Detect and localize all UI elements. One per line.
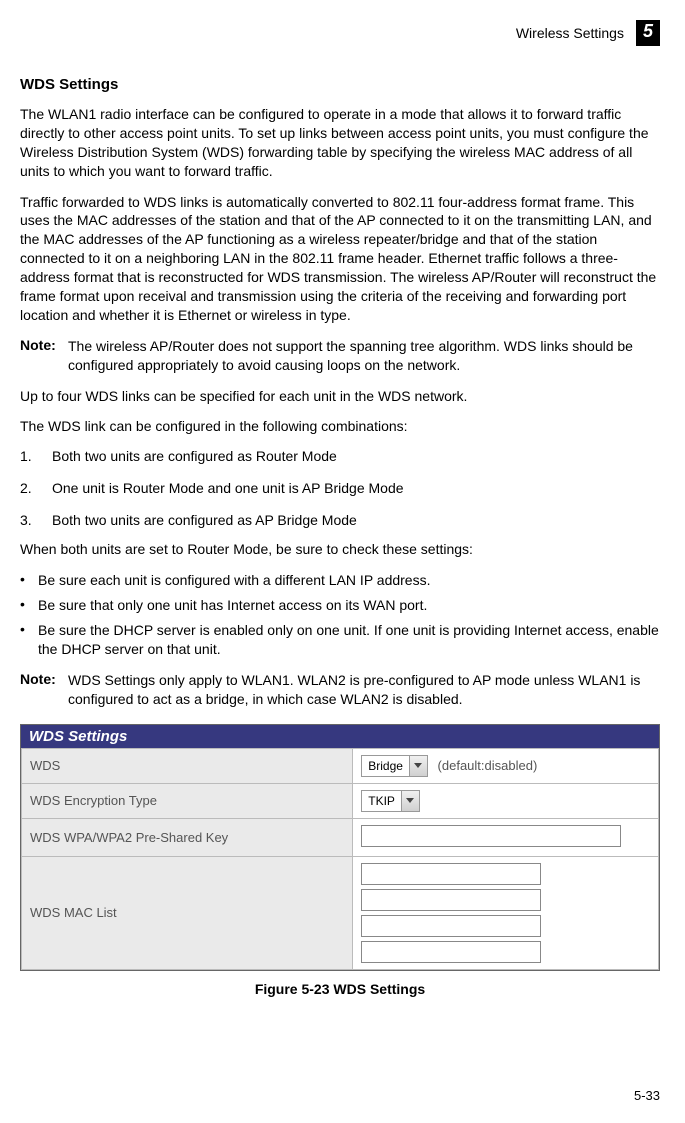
encryption-select[interactable]: TKIP xyxy=(361,790,420,812)
bullet-text: Be sure that only one unit has Internet … xyxy=(38,596,427,615)
numbered-list: 1. Both two units are configured as Rout… xyxy=(20,448,660,528)
select-value: Bridge xyxy=(362,759,409,773)
default-hint: (default:disabled) xyxy=(438,758,538,773)
figure-screenshot: WDS Settings WDS Bridge (default:disable… xyxy=(20,724,660,971)
bullet-icon: • xyxy=(20,596,38,615)
list-text: Both two units are configured as AP Brid… xyxy=(52,512,357,528)
mac-input[interactable] xyxy=(361,941,541,963)
header-title: Wireless Settings xyxy=(516,25,624,41)
table-row: WDS Bridge (default:disabled) xyxy=(22,748,659,783)
paragraph: When both units are set to Router Mode, … xyxy=(20,540,660,559)
mac-input[interactable] xyxy=(361,863,541,885)
list-number: 1. xyxy=(20,448,52,464)
row-label: WDS MAC List xyxy=(22,856,353,969)
note-text: The wireless AP/Router does not support … xyxy=(68,337,660,375)
bullet-item: • Be sure that only one unit has Interne… xyxy=(20,596,660,615)
page-header: Wireless Settings 5 xyxy=(20,20,660,46)
list-item: 3. Both two units are configured as AP B… xyxy=(20,512,660,528)
bullet-text: Be sure the DHCP server is enabled only … xyxy=(38,621,660,659)
list-number: 2. xyxy=(20,480,52,496)
paragraph: The WDS link can be configured in the fo… xyxy=(20,417,660,436)
table-row: WDS Encryption Type TKIP xyxy=(22,783,659,818)
bullet-item: • Be sure the DHCP server is enabled onl… xyxy=(20,621,660,659)
chevron-down-icon xyxy=(401,791,419,811)
row-value-cell xyxy=(353,856,659,969)
section-number-tab: 5 xyxy=(636,20,660,46)
list-item: 1. Both two units are configured as Rout… xyxy=(20,448,660,464)
note-block: Note: The wireless AP/Router does not su… xyxy=(20,337,660,375)
note-text: WDS Settings only apply to WLAN1. WLAN2 … xyxy=(68,671,660,709)
select-value: TKIP xyxy=(362,794,401,808)
row-value-cell: Bridge (default:disabled) xyxy=(353,748,659,783)
list-number: 3. xyxy=(20,512,52,528)
paragraph: The WLAN1 radio interface can be configu… xyxy=(20,105,660,181)
paragraph: Up to four WDS links can be specified fo… xyxy=(20,387,660,406)
mac-input[interactable] xyxy=(361,915,541,937)
settings-table: WDS Bridge (default:disabled) WDS Encryp… xyxy=(21,748,659,970)
bullet-icon: • xyxy=(20,571,38,590)
wds-select[interactable]: Bridge xyxy=(361,755,428,777)
note-label: Note: xyxy=(20,337,68,375)
mac-input-stack xyxy=(361,863,650,963)
note-block: Note: WDS Settings only apply to WLAN1. … xyxy=(20,671,660,709)
row-label: WDS Encryption Type xyxy=(22,783,353,818)
row-label: WDS xyxy=(22,748,353,783)
figure-caption: Figure 5-23 WDS Settings xyxy=(20,981,660,997)
mac-input[interactable] xyxy=(361,889,541,911)
bullet-text: Be sure each unit is configured with a d… xyxy=(38,571,431,590)
chevron-down-icon xyxy=(409,756,427,776)
row-label: WDS WPA/WPA2 Pre-Shared Key xyxy=(22,818,353,856)
bullet-icon: • xyxy=(20,621,38,659)
row-value-cell: TKIP xyxy=(353,783,659,818)
row-value-cell xyxy=(353,818,659,856)
page-number: 5-33 xyxy=(634,1088,660,1103)
paragraph: Traffic forwarded to WDS links is automa… xyxy=(20,193,660,325)
section-heading: WDS Settings xyxy=(20,76,660,93)
list-text: One unit is Router Mode and one unit is … xyxy=(52,480,404,496)
panel-title: WDS Settings xyxy=(21,725,659,748)
table-row: WDS MAC List xyxy=(22,856,659,969)
list-text: Both two units are configured as Router … xyxy=(52,448,337,464)
bullet-item: • Be sure each unit is configured with a… xyxy=(20,571,660,590)
table-row: WDS WPA/WPA2 Pre-Shared Key xyxy=(22,818,659,856)
psk-input[interactable] xyxy=(361,825,621,847)
note-label: Note: xyxy=(20,671,68,709)
list-item: 2. One unit is Router Mode and one unit … xyxy=(20,480,660,496)
